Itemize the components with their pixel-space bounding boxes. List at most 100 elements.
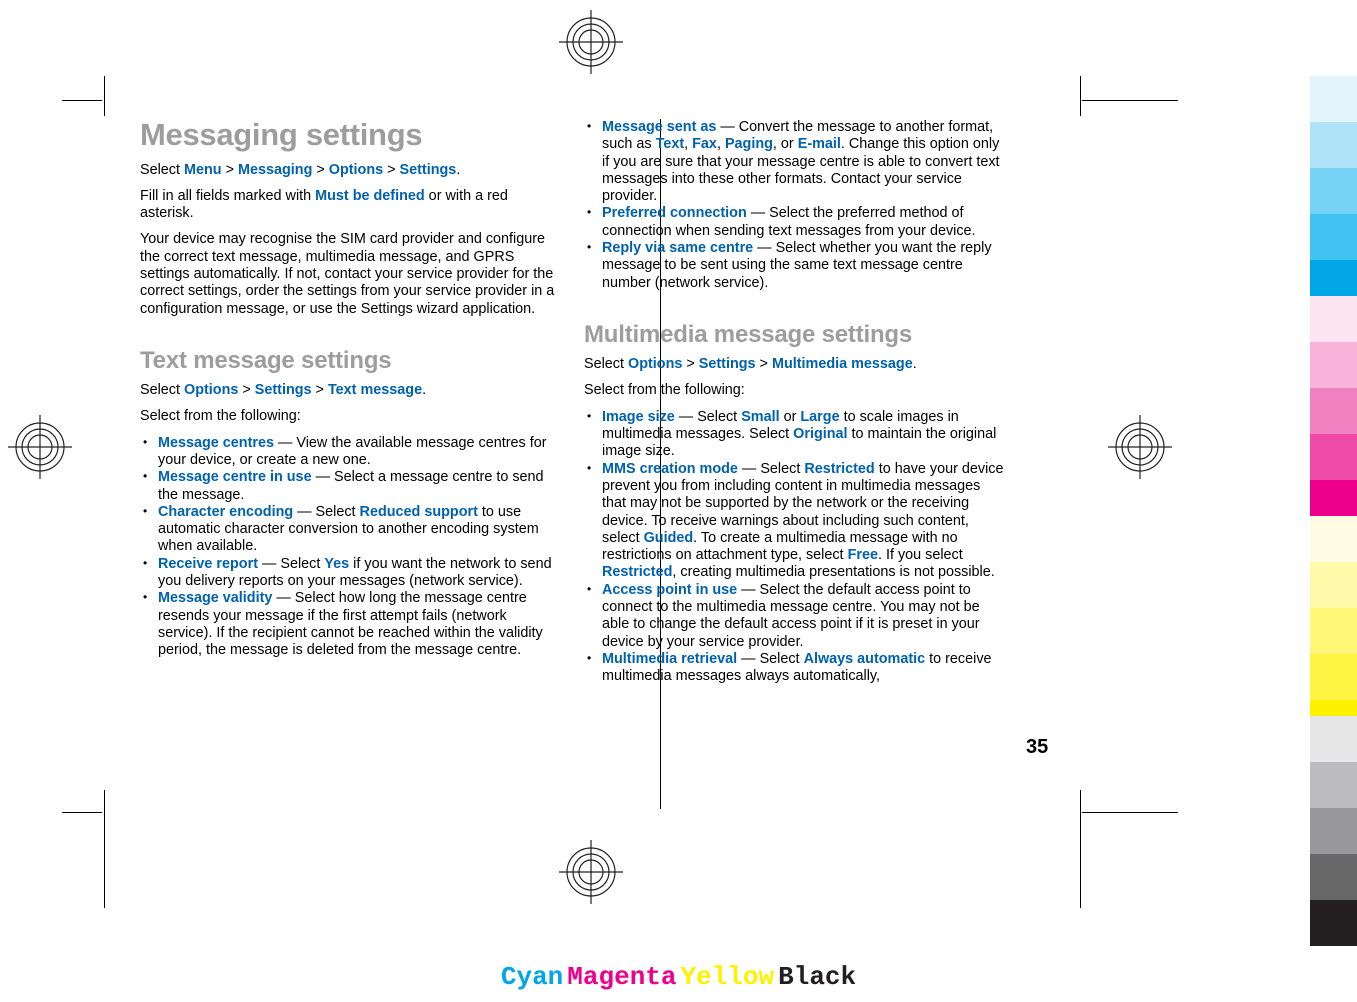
bullet-term: Message validity [158, 590, 273, 607]
fill-in-keyword: Must be defined [315, 187, 425, 204]
select-lead: Select [140, 161, 184, 178]
crop-mark-bottom-left-horizontal [62, 812, 102, 813]
path3-sep-2: > [759, 356, 768, 373]
list-item: Image size — Select Small or Large to sc… [584, 408, 1004, 461]
bullet-kw-restricted: Restricted [804, 460, 875, 477]
path3-sep-1: > [686, 356, 695, 373]
swatch-cyan-ramp-3 [1310, 214, 1357, 260]
list-item: Message centre in use — Select a message… [140, 468, 560, 504]
bullet-dash: — [311, 469, 334, 486]
swatch-cyan-ramp-2 [1310, 168, 1357, 214]
bullet-body-before: Select [280, 555, 325, 572]
bullet-kw-large: Large [800, 408, 840, 425]
select-path-text-message: Select Options > Settings > Text message… [140, 382, 560, 399]
heading-text-message-settings: Text message settings [140, 346, 392, 374]
bullet-seg3: , [716, 136, 725, 153]
swatch-gray-ramp-2 [1310, 808, 1357, 854]
path3-period: . [912, 356, 917, 373]
swatch-yellow-ramp-1 [1310, 562, 1357, 608]
right-column: Message sent as — Convert the message to… [584, 118, 1004, 686]
crop-mark-top-left-horizontal [62, 100, 102, 101]
colour-name-yellow: Yellow [680, 962, 775, 992]
bullet-seg1: Select [697, 408, 742, 425]
list-item: MMS creation mode — Select Restricted to… [584, 460, 1004, 582]
list-item: Message validity — Select how long the m… [140, 589, 560, 659]
bullet-dash: — [272, 590, 295, 607]
path2-item-text-message: Text message [327, 382, 423, 399]
bullet-inline-keyword: Reduced support [359, 503, 478, 520]
list-item: Reply via same centre — Select whether y… [584, 239, 1004, 292]
bullet-dash: — [274, 434, 297, 451]
select-path-multimedia: Select Options > Settings > Multimedia m… [584, 356, 1004, 373]
registration-mark-bottom [559, 840, 623, 904]
bullet-term: MMS creation mode [602, 460, 738, 477]
fill-in-part1: Fill in all fields marked with [140, 187, 316, 204]
select-lead-3: Select [584, 356, 628, 373]
bullet-kw-fax: Fax [692, 136, 717, 153]
page-title: Messaging settings [140, 117, 423, 152]
path-item-options: Options [328, 161, 384, 178]
bullet-seg4: , or [772, 136, 798, 153]
path-item-settings: Settings [399, 161, 457, 178]
registration-mark-left [8, 415, 72, 479]
path-sep-2: > [316, 161, 325, 178]
bullet-seg1: Select [759, 650, 804, 667]
bullet-seg2: or [779, 408, 801, 425]
bullet-dash: — [746, 205, 770, 222]
bullet-seg4: . If you select [877, 547, 963, 564]
path-period: . [456, 161, 461, 178]
bullet-term: Message centres [158, 434, 274, 451]
list-item: Character encoding — Select Reduced supp… [140, 503, 560, 556]
swatch-group-cyan-ramp [1310, 76, 1357, 306]
bullet-inline-keyword: Yes [324, 555, 350, 572]
bullet-body-before: Select [315, 503, 360, 520]
swatch-magenta-ramp-1 [1310, 342, 1357, 388]
para-device-recognise: Your device may recognise the SIM card p… [140, 231, 555, 317]
bullet-term: Character encoding [158, 503, 294, 520]
bullet-kw-always-automatic: Always automatic [803, 650, 926, 667]
list-item: Receive report — Select Yes if you want … [140, 555, 560, 591]
left-column: Messaging settings Select Menu > Messagi… [140, 117, 560, 660]
bullet-kw-paging: Paging [724, 136, 773, 153]
text-message-settings-list-continued: Message sent as — Convert the message to… [584, 118, 1004, 292]
bullet-dash: — [737, 581, 760, 598]
bullet-kw-guided: Guided [643, 529, 694, 546]
path2-item-options: Options [184, 382, 239, 399]
select-path-messaging: Select Menu > Messaging > Options > Sett… [140, 162, 560, 179]
swatch-magenta-ramp-2 [1310, 388, 1357, 434]
bullet-dash: — [716, 119, 739, 135]
list-item: Preferred connection — Select the prefer… [584, 204, 1004, 240]
path3-item-options: Options [628, 356, 683, 373]
bullet-kw-restricted-2: Restricted [602, 564, 673, 581]
registration-mark-right [1108, 415, 1172, 479]
swatch-yellow-ramp-3 [1310, 654, 1357, 700]
heading-multimedia-message-settings: Multimedia message settings [584, 320, 913, 348]
path3-item-multimedia-message: Multimedia message [771, 356, 913, 373]
select-lead-2: Select [140, 382, 184, 399]
bullet-term: Message centre in use [158, 469, 312, 486]
list-item: Message centres — View the available mes… [140, 434, 560, 470]
bullet-seg5: , creating multimedia presentations is n… [672, 564, 995, 581]
path-sep-3: > [387, 161, 396, 178]
colour-name-black: Black [778, 962, 857, 992]
registration-mark-top [559, 10, 623, 74]
crop-mark-bottom-right-horizontal [1082, 812, 1178, 813]
swatch-gray-ramp-3 [1310, 854, 1357, 900]
swatch-group-magenta-ramp [1310, 296, 1357, 526]
bullet-term: Multimedia retrieval [602, 650, 738, 667]
swatch-group-gray-ramp [1310, 716, 1357, 946]
bullet-dash: — [737, 460, 761, 477]
colour-name-magenta: Magenta [567, 962, 677, 992]
bullet-term: Reply via same centre [602, 240, 754, 257]
path-item-menu: Menu [184, 161, 222, 178]
swatch-yellow-ramp-0 [1310, 516, 1357, 562]
path3-item-settings: Settings [698, 356, 756, 373]
path-sep-1: > [225, 161, 234, 178]
list-item: Multimedia retrieval — Select Always aut… [584, 650, 1004, 686]
multimedia-message-settings-list: Image size — Select Small or Large to sc… [584, 408, 1004, 686]
swatch-cyan-ramp-1 [1310, 122, 1357, 168]
bullet-kw-original: Original [793, 426, 848, 443]
page-number: 35 [1026, 736, 1049, 758]
swatch-cyan-ramp-0 [1310, 76, 1357, 122]
swatch-yellow-ramp-2 [1310, 608, 1357, 654]
